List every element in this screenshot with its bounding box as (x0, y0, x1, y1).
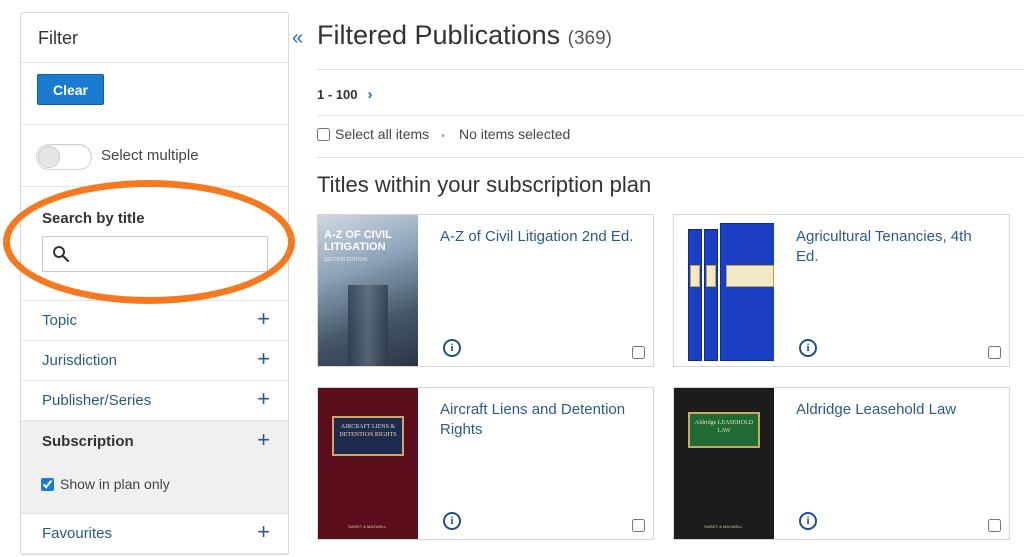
select-all-row: Select all items • No items selected (317, 126, 570, 142)
publication-card: A-Z OF CIVIL LITIGATION SECOND EDITION A… (317, 214, 654, 367)
pager-range: 1 - 100 (317, 87, 358, 102)
facet-jurisdiction[interactable]: Jurisdiction + (21, 341, 288, 381)
expand-plus-icon[interactable]: + (257, 388, 270, 410)
divider (317, 69, 1024, 70)
cover-subtitle: SECOND EDITION (324, 257, 368, 263)
select-multiple-toggle[interactable] (36, 144, 92, 170)
cover-label (706, 265, 716, 287)
search-label: Search by title (42, 210, 145, 227)
select-all-label[interactable]: Select all items (335, 126, 429, 142)
show-in-plan-row[interactable]: Show in plan only (41, 476, 170, 492)
show-in-plan-label: Show in plan only (60, 476, 170, 492)
page-title: Filtered Publications (369) (317, 20, 612, 51)
book-cover[interactable] (674, 215, 774, 366)
select-item-checkbox[interactable] (988, 519, 1001, 532)
info-icon[interactable]: i (799, 512, 817, 530)
facet-favourites[interactable]: Favourites + (21, 514, 288, 554)
filter-panel: Filter Clear Select multiple Search by t… (20, 12, 289, 555)
section-title: Titles within your subscription plan (317, 172, 652, 197)
cover-volume-spine (688, 229, 702, 361)
expand-plus-icon[interactable]: + (257, 348, 270, 370)
facet-subscription: Subscription + Show in plan only (21, 421, 288, 514)
page-title-text: Filtered Publications (317, 20, 561, 50)
facet-label: Jurisdiction (42, 352, 118, 369)
cover-publisher: SWEET & MAXWELL (704, 524, 743, 529)
cover-title: AIRCRAFT LIENS & DETENTION RIGHTS (332, 416, 404, 456)
search-by-title-block: Search by title (21, 187, 288, 301)
publication-title-link[interactable]: A-Z of Civil Litigation 2nd Ed. (440, 227, 640, 247)
cover-title: A-Z OF CIVIL LITIGATION (324, 229, 392, 253)
expand-plus-icon[interactable]: + (257, 521, 270, 543)
facet-label: Topic (42, 312, 78, 329)
next-page-icon[interactable]: › (367, 86, 372, 103)
filter-title: Filter (38, 28, 78, 48)
publication-title-link[interactable]: Aldridge Leasehold Law (796, 400, 996, 420)
search-input[interactable] (77, 241, 263, 267)
select-all-checkbox[interactable] (317, 127, 330, 141)
expand-plus-icon[interactable]: + (257, 308, 270, 330)
show-in-plan-checkbox[interactable] (41, 477, 54, 491)
result-count: (369) (567, 28, 612, 49)
cover-building-image (348, 285, 388, 366)
cover-volume-spine (704, 229, 718, 361)
publication-title-link[interactable]: Agricultural Tenancies, 4th Ed. (796, 227, 996, 267)
book-cover[interactable]: A-Z OF CIVIL LITIGATION SECOND EDITION (318, 215, 418, 366)
facet-publisher-series[interactable]: Publisher/Series + (21, 381, 288, 421)
clear-row: Clear (21, 63, 288, 125)
search-icon (53, 246, 70, 263)
publication-card: Aldridge LEASEHOLD LAW SWEET & MAXWELL A… (673, 387, 1010, 540)
select-multiple-row: Select multiple (21, 125, 288, 187)
select-item-checkbox[interactable] (632, 346, 645, 359)
facet-label: Favourites (42, 525, 113, 542)
book-cover[interactable]: Aldridge LEASEHOLD LAW SWEET & MAXWELL (674, 388, 774, 539)
cover-volume-front (720, 223, 774, 361)
info-icon[interactable]: i (443, 339, 461, 357)
cover-label (726, 265, 774, 287)
divider (317, 115, 1024, 116)
select-multiple-label: Select multiple (101, 147, 199, 164)
filter-header: Filter (21, 13, 288, 63)
info-icon[interactable]: i (799, 339, 817, 357)
divider (317, 157, 1024, 158)
publication-card: Agricultural Tenancies, 4th Ed. i (673, 214, 1010, 367)
cover-publisher: SWEET & MAXWELL (348, 524, 387, 529)
selection-status: No items selected (459, 126, 571, 142)
separator-dot: • (441, 130, 446, 142)
book-cover[interactable]: AIRCRAFT LIENS & DETENTION RIGHTS SWEET … (318, 388, 418, 539)
facet-label: Subscription (42, 433, 134, 450)
pager: 1 - 100 › (317, 86, 372, 103)
collapse-filter-icon[interactable]: « (292, 27, 303, 50)
expand-plus-icon[interactable]: + (257, 429, 270, 451)
publication-title-link[interactable]: Aircraft Liens and Detention Rights (440, 400, 640, 440)
cover-title: Aldridge LEASEHOLD LAW (688, 412, 760, 448)
facet-topic[interactable]: Topic + (21, 301, 288, 341)
cover-label (690, 265, 700, 287)
info-icon[interactable]: i (443, 512, 461, 530)
select-item-checkbox[interactable] (632, 519, 645, 532)
clear-button[interactable]: Clear (37, 74, 104, 105)
toggle-knob (38, 146, 60, 168)
facet-label: Publisher/Series (42, 392, 152, 409)
select-item-checkbox[interactable] (988, 346, 1001, 359)
search-box[interactable] (42, 236, 268, 272)
publication-card: AIRCRAFT LIENS & DETENTION RIGHTS SWEET … (317, 387, 654, 540)
